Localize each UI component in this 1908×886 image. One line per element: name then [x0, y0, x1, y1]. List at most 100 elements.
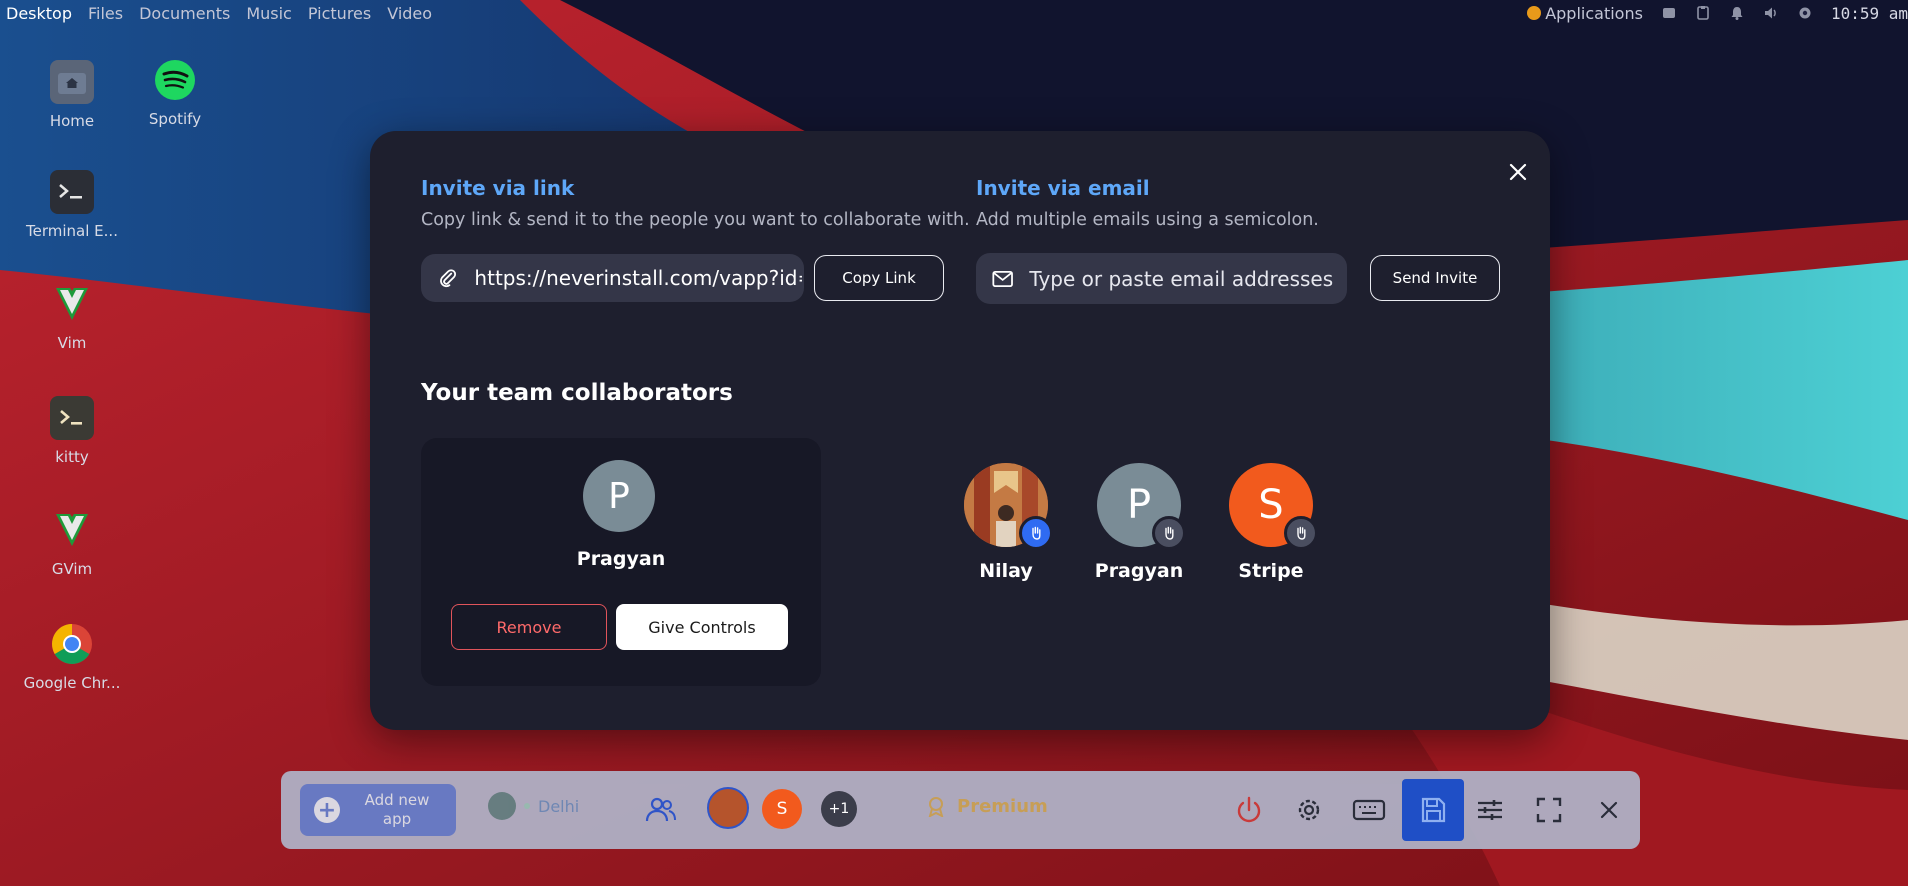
invite-email-title: Invite via email — [976, 176, 1150, 200]
premium-badge[interactable]: Premium — [925, 795, 1048, 817]
email-field[interactable] — [976, 253, 1347, 304]
give-controls-button[interactable]: Give Controls — [616, 604, 788, 650]
desktop-icon-label: Google Chr... — [23, 674, 121, 692]
hand-icon — [1297, 526, 1306, 540]
menu-pictures[interactable]: Pictures — [308, 4, 371, 23]
save-button[interactable] — [1402, 779, 1464, 841]
copy-link-button[interactable]: Copy Link — [814, 255, 944, 301]
send-invite-button[interactable]: Send Invite — [1370, 255, 1500, 301]
fullscreen-button[interactable] — [1532, 793, 1566, 827]
users-icon — [645, 797, 676, 822]
close-dock-button[interactable] — [1594, 795, 1624, 825]
status-dot — [524, 803, 530, 809]
hand-icon — [1165, 526, 1174, 540]
region-label: Delhi — [538, 796, 580, 816]
applications-menu[interactable]: Applications — [1527, 4, 1643, 23]
avatar-initial: S — [1258, 482, 1284, 528]
desktop-icon-label: Terminal E... — [26, 222, 118, 240]
settings-button[interactable] — [1292, 793, 1326, 827]
avatar-initial: S — [776, 799, 788, 819]
invite-modal: Invite via link Copy link & send it to t… — [370, 131, 1550, 730]
folder-home-icon — [50, 60, 94, 104]
desktop-icon-terminal[interactable]: Terminal E... — [17, 170, 127, 240]
add-new-app-button[interactable]: + Add new app — [300, 784, 456, 836]
globe-icon — [488, 792, 516, 820]
applications-label: Applications — [1545, 3, 1643, 23]
plus-icon: + — [314, 797, 340, 823]
invite-link-input[interactable] — [472, 265, 804, 291]
dock-extra-count[interactable]: +1 — [821, 791, 857, 827]
add-new-app-label: Add new app — [364, 791, 430, 828]
avatar-initial: P — [608, 475, 630, 517]
avatar-initial: P — [1126, 482, 1152, 528]
power-icon — [1237, 796, 1261, 823]
email-input[interactable] — [1027, 265, 1347, 292]
control-badge — [1152, 516, 1186, 550]
desktop-icon-label: GVim — [51, 560, 93, 578]
notification-bell-icon[interactable] — [1729, 5, 1745, 21]
team-collaborators-title: Your team collaborators — [421, 380, 733, 406]
chrome-icon — [50, 622, 94, 666]
menu-music[interactable]: Music — [246, 4, 292, 23]
power-button[interactable] — [1232, 793, 1266, 827]
region-selector[interactable]: Delhi — [488, 792, 579, 820]
close-modal-button[interactable] — [1503, 157, 1533, 187]
close-icon — [1600, 801, 1618, 819]
envelope-icon — [992, 270, 1013, 287]
desktop-icon-gvim[interactable]: GVim — [17, 508, 127, 578]
paperclip-icon — [440, 269, 457, 288]
clock: 10:59 am — [1830, 3, 1908, 23]
invite-link-title: Invite via link — [421, 176, 575, 200]
vim-icon — [50, 282, 94, 326]
desktop-icon-label: Spotify — [148, 110, 202, 128]
menu-desktop[interactable]: Desktop — [6, 4, 72, 23]
clipboard-icon[interactable] — [1695, 5, 1711, 21]
avatar: P — [583, 460, 655, 532]
applications-icon — [1527, 6, 1542, 20]
volume-icon[interactable] — [1763, 5, 1779, 21]
keyboard-icon — [1352, 799, 1386, 821]
keyboard-button[interactable] — [1350, 793, 1388, 827]
control-badge — [1284, 516, 1318, 550]
floppy-save-icon — [1421, 797, 1446, 823]
extra-count-label: +1 — [828, 801, 850, 817]
menu-files[interactable]: Files — [88, 4, 123, 23]
desktop-icon-label: Vim — [57, 334, 87, 352]
top-menu: Desktop Files Documents Music Pictures V… — [0, 4, 432, 23]
desktop-icon-label: Home — [49, 112, 95, 130]
team-users-button[interactable] — [644, 794, 678, 826]
desktop-icon-kitty[interactable]: kitty — [17, 396, 127, 466]
system-tray: Applications 10:59 am — [1527, 0, 1908, 26]
desktop-icon-chrome[interactable]: Google Chr... — [17, 622, 127, 692]
collaborator-name: Stripe — [1238, 560, 1304, 582]
collaborator-name: Nilay — [979, 560, 1033, 582]
dock-avatar-stripe[interactable]: S — [762, 789, 802, 829]
collaborator-name: Pragyan — [1094, 560, 1184, 582]
dock-avatar-nilay[interactable] — [707, 787, 749, 829]
invite-email-subtitle: Add multiple emails using a semicolon. — [976, 210, 1319, 230]
top-panel: Desktop Files Documents Music Pictures V… — [0, 0, 1908, 26]
selected-collaborator-name: Pragyan — [576, 548, 666, 570]
close-icon — [1509, 163, 1527, 181]
desktop-icon-vim[interactable]: Vim — [17, 282, 127, 352]
menu-documents[interactable]: Documents — [139, 4, 230, 23]
gvim-icon — [50, 508, 94, 552]
premium-label: Premium — [957, 795, 1048, 817]
storage-icon[interactable] — [1661, 5, 1677, 21]
selected-collaborator-card: P Pragyan Remove Give Controls — [421, 438, 821, 686]
gear-icon — [1298, 799, 1320, 821]
desktop-icon-spotify[interactable]: Spotify — [120, 58, 230, 128]
hand-icon — [1032, 526, 1041, 540]
terminal-icon — [50, 170, 94, 214]
bottom-dock: + Add new app Delhi S +1 Premium — [281, 771, 1640, 849]
settings-gear-icon[interactable] — [1797, 5, 1813, 21]
desktop-icon-home[interactable]: Home — [17, 60, 127, 130]
spotify-icon — [153, 58, 197, 102]
control-badge — [1019, 516, 1053, 550]
remove-collaborator-button[interactable]: Remove — [451, 604, 607, 650]
menu-video[interactable]: Video — [387, 4, 432, 23]
adjustments-button[interactable] — [1473, 793, 1507, 827]
invite-link-subtitle: Copy link & send it to the people you wa… — [421, 210, 970, 230]
invite-link-field[interactable] — [421, 254, 804, 302]
fullscreen-icon — [1536, 797, 1562, 823]
